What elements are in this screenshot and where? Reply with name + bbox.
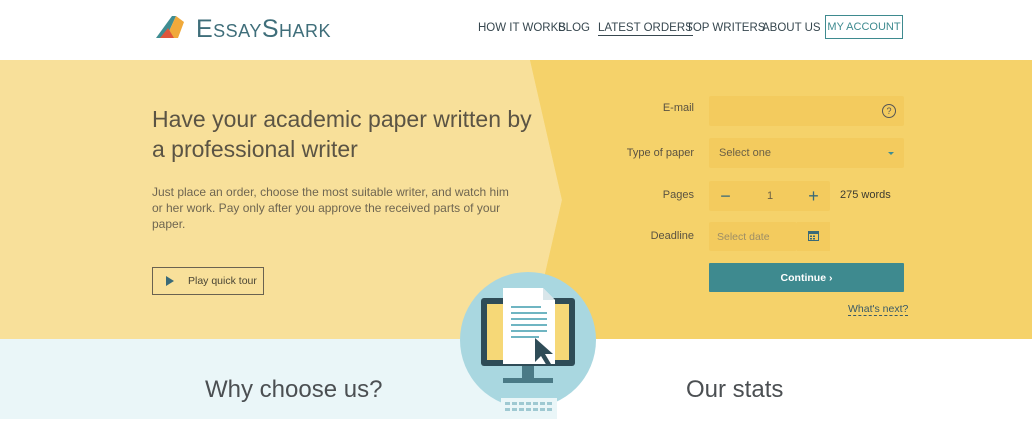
why-choose-us-heading: Why choose us? [205, 376, 383, 403]
nav-top-writers[interactable]: Top writers [686, 22, 765, 34]
paper-type-select[interactable]: Select one [709, 138, 904, 168]
play-quick-tour-button[interactable]: Play quick tour [152, 267, 264, 295]
pages-increment-button[interactable]: + [797, 181, 830, 211]
calendar-icon [808, 228, 819, 246]
word-count: 275 words [840, 189, 891, 201]
continue-button[interactable]: Continue › [709, 263, 904, 292]
play-icon [166, 276, 174, 286]
logo-text: EssayShark [196, 15, 332, 43]
nav-how-it-works[interactable]: How it works [478, 22, 566, 34]
pages-label: Pages [662, 189, 694, 201]
calendar-button[interactable] [797, 222, 830, 251]
hero-title: Have your academic paper written by a pr… [152, 106, 532, 162]
email-field[interactable]: ? [709, 96, 904, 126]
paper-type-label: Type of paper [626, 147, 694, 159]
our-stats-heading: Our stats [686, 376, 784, 403]
site-header: EssayShark How it works Blog Latest orde… [0, 0, 1032, 60]
play-quick-tour-label: Play quick tour [188, 275, 257, 287]
paper-type-value: Select one [719, 147, 771, 159]
pages-decrement-button[interactable]: − [709, 181, 742, 211]
nav-latest-orders[interactable]: Latest orders [598, 22, 693, 36]
nav-blog[interactable]: Blog [558, 22, 590, 34]
deadline-placeholder: Select date [717, 231, 770, 243]
logo[interactable]: EssayShark [154, 14, 331, 45]
help-icon[interactable]: ? [882, 104, 896, 118]
deadline-label: Deadline [650, 230, 694, 242]
nav-about-us[interactable]: About us [762, 22, 821, 34]
my-account-button[interactable]: My account [825, 15, 903, 39]
hero-description: Just place an order, choose the most sui… [152, 185, 509, 231]
pages-value[interactable]: 1 [743, 181, 797, 211]
computer-illustration [459, 270, 599, 424]
deadline-input[interactable]: Select date [709, 222, 797, 251]
caret-down-icon [888, 152, 894, 155]
whats-next-link[interactable]: What's next? [848, 303, 909, 316]
shark-logo-icon [154, 14, 188, 45]
email-label: E-mail [662, 102, 694, 114]
